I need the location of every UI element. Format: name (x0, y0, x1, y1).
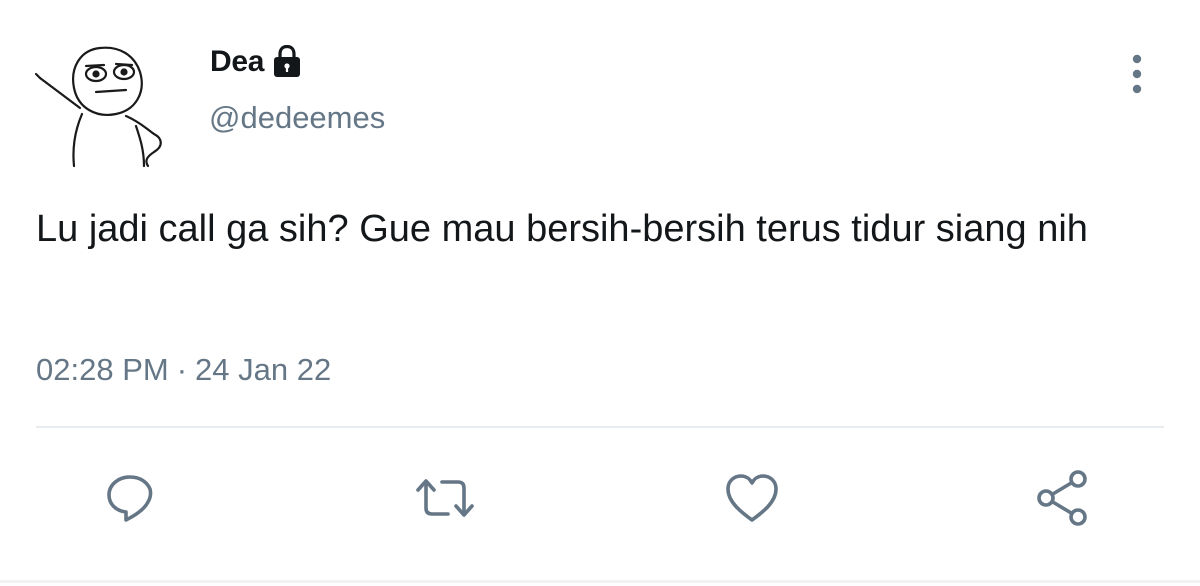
display-name[interactable]: Dea (210, 45, 264, 79)
tweet-date: 24 Jan 22 (195, 352, 332, 387)
more-vertical-icon[interactable] (1122, 52, 1152, 96)
heart-icon (726, 474, 778, 522)
retweet-button[interactable] (412, 465, 478, 531)
stick-figure-avatar (34, 46, 162, 168)
author-handle[interactable]: @dedeemes (209, 100, 385, 136)
tweet-time: 02:28 PM (36, 352, 169, 387)
avatar[interactable] (30, 38, 180, 170)
tweet-card: Dea @dedeemes Lu jadi call ga sih? Gue m… (0, 0, 1200, 586)
reply-icon (107, 475, 153, 522)
tweet-text: Lu jadi call ga sih? Gue mau bersih-bers… (36, 208, 1088, 250)
divider (36, 426, 1164, 428)
retweet-icon (416, 479, 474, 517)
like-button[interactable] (719, 465, 785, 531)
tweet-timestamp[interactable]: 02:28 PM · 24 Jan 22 (36, 352, 331, 388)
share-button[interactable] (1030, 465, 1096, 531)
author-name-row: Dea (210, 40, 302, 84)
lock-icon (272, 44, 302, 79)
bottom-divider (0, 580, 1200, 583)
share-icon (1037, 470, 1087, 526)
meta-separator: · (176, 352, 188, 387)
reply-button[interactable] (97, 465, 163, 531)
